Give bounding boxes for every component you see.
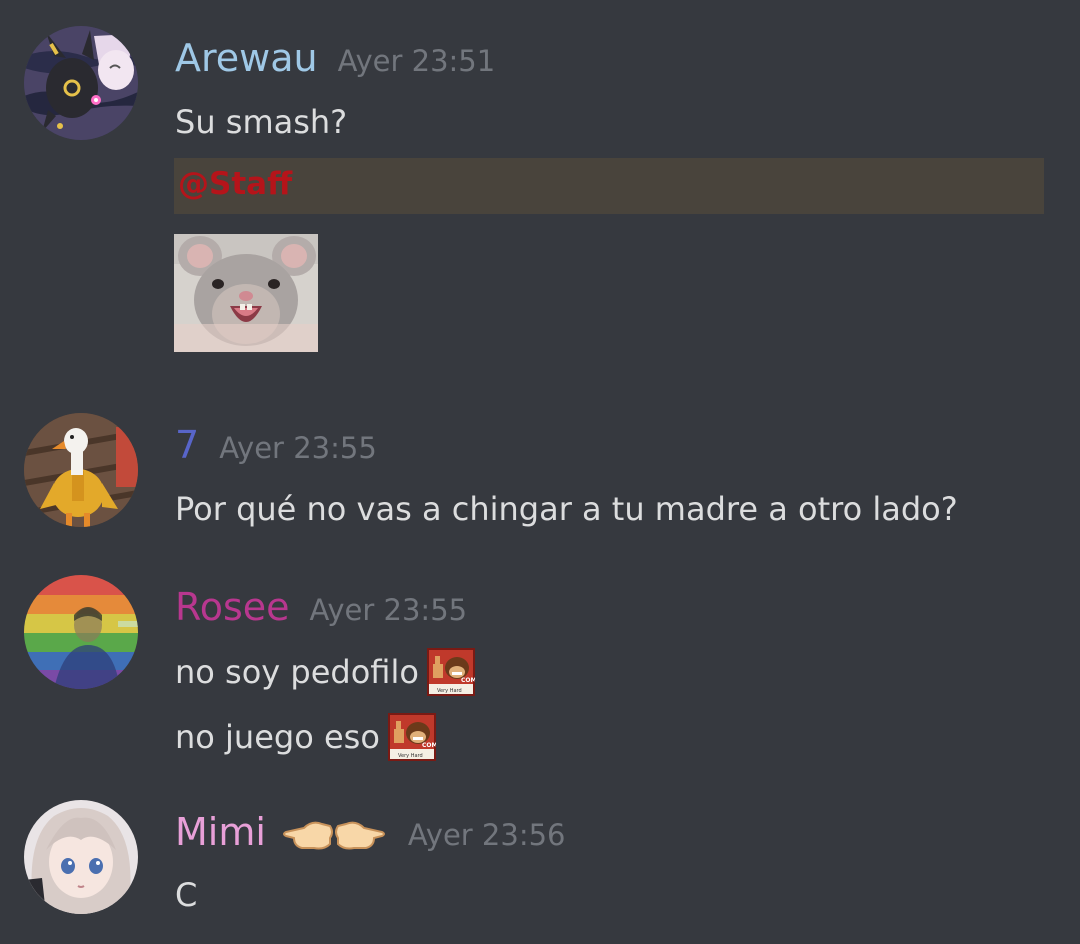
- avatar[interactable]: [24, 575, 138, 689]
- message-line: Su smash?: [175, 103, 348, 141]
- message-header: Mimi Ayer 23:56: [175, 810, 566, 854]
- rat-image-icon: [174, 234, 318, 352]
- pointing-hands-emoji-icon: [282, 810, 386, 854]
- svg-text:Very Hard: Very Hard: [398, 753, 423, 759]
- image-attachment[interactable]: [174, 234, 318, 352]
- role-mention[interactable]: @Staff: [178, 166, 292, 202]
- message-header: Arewau Ayer 23:51: [175, 36, 495, 80]
- message-text: no soy pedofilo COM Very Hard: [175, 648, 475, 696]
- timestamp: Ayer 23:51: [337, 44, 496, 78]
- mention-highlight: @Staff: [174, 158, 1044, 214]
- message-line: C: [175, 876, 198, 914]
- avatar[interactable]: [24, 800, 138, 914]
- message-text: Su smash?: [175, 103, 347, 141]
- svg-text:Very Hard: Very Hard: [437, 688, 462, 694]
- svg-text:COM: COM: [422, 742, 436, 749]
- message-header: Rosee Ayer 23:55: [175, 585, 467, 629]
- svg-text:COM: COM: [461, 677, 475, 684]
- timestamp: Ayer 23:55: [309, 593, 468, 627]
- message-text: Por qué no vas a chingar a tu madre a ot…: [175, 490, 958, 528]
- message-line: Por qué no vas a chingar a tu madre a ot…: [175, 490, 958, 528]
- username[interactable]: 7: [175, 423, 199, 467]
- avatar[interactable]: [24, 26, 138, 140]
- umbreon-avatar-icon: [24, 26, 138, 140]
- message-text: C: [175, 876, 197, 914]
- message-line: no soy pedofilo: [175, 653, 419, 691]
- username[interactable]: Arewau: [175, 36, 318, 80]
- donkey-kong-thumbs-up-emoji-icon[interactable]: COM Very Hard: [387, 713, 436, 761]
- timestamp: Ayer 23:55: [219, 431, 377, 465]
- username[interactable]: Rosee: [175, 585, 290, 629]
- donkey-kong-thumbs-up-emoji-icon[interactable]: COM Very Hard: [426, 648, 475, 696]
- message-line: no juego eso: [175, 718, 380, 756]
- goose-avatar-icon: [24, 413, 138, 527]
- message-header: 7 Ayer 23:55: [175, 423, 377, 467]
- timestamp: Ayer 23:56: [407, 818, 566, 852]
- message-text: no juego eso COM Very Hard: [175, 713, 436, 761]
- username[interactable]: Mimi: [175, 810, 266, 854]
- anime-girl-avatar-icon: [24, 800, 138, 914]
- avatar[interactable]: [24, 413, 138, 527]
- rainbow-person-avatar-icon: [24, 575, 138, 689]
